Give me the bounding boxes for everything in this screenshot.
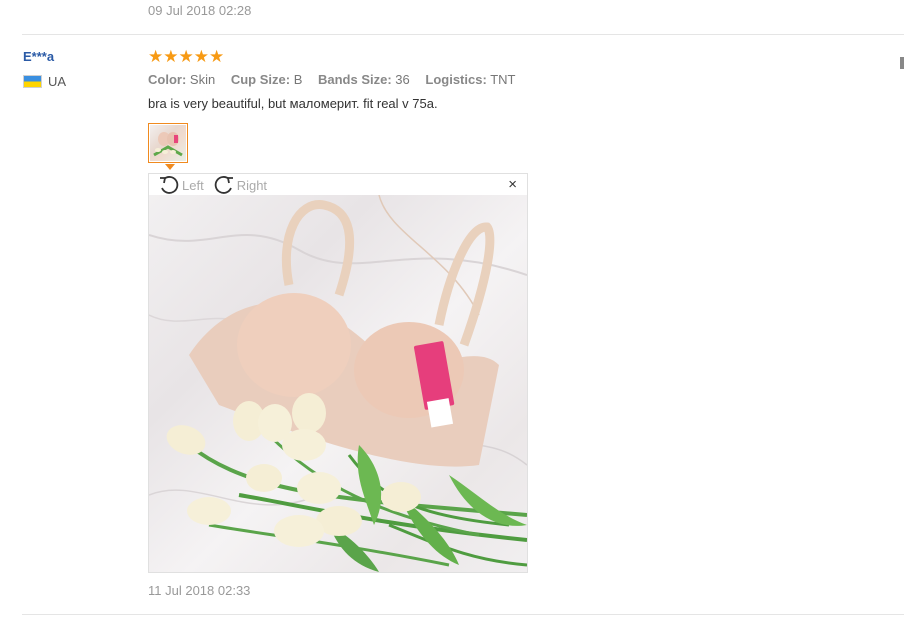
- thumbnail-image: [150, 125, 186, 161]
- viewer-toolbar: Left Right: [149, 174, 527, 196]
- attr-cup-size-key: Cup Size:: [230, 72, 291, 87]
- reviewer-country: UA: [23, 74, 66, 89]
- attr-logistics: Logistics: TNT: [425, 72, 515, 87]
- previous-review-date: 09 Jul 2018 02:28: [148, 3, 252, 18]
- rotate-right-button[interactable]: Right: [213, 175, 267, 195]
- divider: [22, 614, 904, 615]
- attr-color-key: Color:: [148, 72, 187, 87]
- attr-cup-size-value: B: [293, 72, 303, 87]
- country-code: UA: [48, 74, 67, 89]
- reviewer-name: E***a: [23, 49, 55, 64]
- review-photo-thumbnail[interactable]: [148, 123, 188, 163]
- divider: [22, 34, 904, 35]
- rotate-left-label: Left: [182, 177, 204, 193]
- review-attributes: Color: Skin Cup Size: B Bands Size: 36 L…: [148, 72, 868, 87]
- star-rating: ★★★★★: [148, 47, 225, 66]
- reviewer-info: E***a UA: [23, 49, 66, 89]
- close-viewer-button[interactable]: ×: [508, 176, 517, 194]
- review-text: bra is very beautiful, but маломерит. fi…: [148, 96, 438, 111]
- attr-cup-size: Cup Size: B: [231, 72, 303, 87]
- rotate-left-button[interactable]: Left: [158, 175, 204, 195]
- attr-color-value: Skin: [189, 72, 216, 87]
- attr-band-size-value: 36: [395, 72, 410, 87]
- photo-viewer: Left Right ×: [148, 173, 528, 573]
- scrollbar-thumb[interactable]: [900, 57, 904, 69]
- rotate-right-icon: [214, 176, 233, 194]
- rotate-left-icon: [160, 176, 179, 194]
- ukraine-flag-icon: [23, 75, 42, 88]
- attr-band-size-key: Bands Size:: [317, 72, 392, 87]
- active-thumbnail-caret-icon: [165, 164, 175, 170]
- attr-color: Color: Skin: [148, 72, 215, 87]
- review-photo: [149, 195, 527, 572]
- review-body: ★★★★★ Color: Skin Cup Size: B Bands Size…: [148, 47, 868, 112]
- review-date: 11 Jul 2018 02:33: [148, 583, 251, 598]
- attr-logistics-key: Logistics:: [425, 72, 487, 87]
- rotate-right-label: Right: [236, 177, 268, 193]
- attr-logistics-value: TNT: [490, 72, 516, 87]
- attr-band-size: Bands Size: 36: [318, 72, 410, 87]
